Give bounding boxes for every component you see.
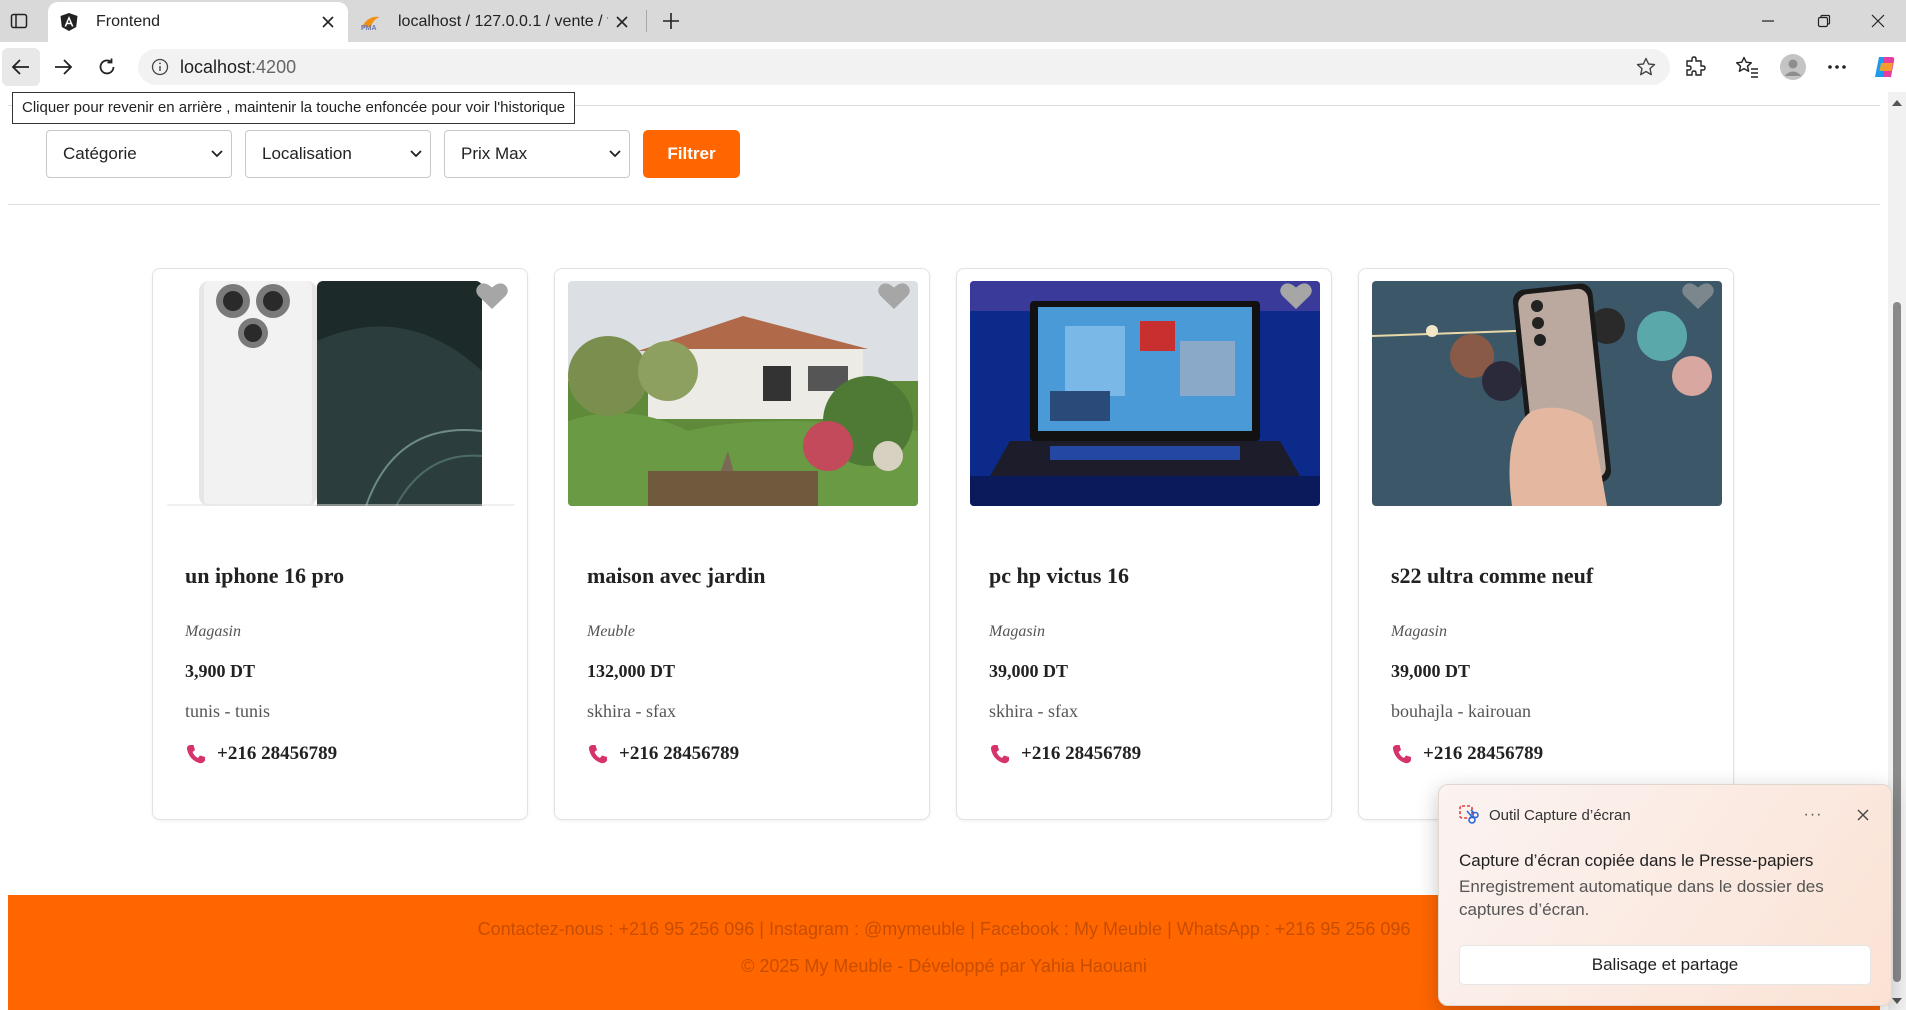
category-select-value: Catégorie (63, 144, 137, 163)
chevron-down-icon (609, 150, 621, 158)
site-info-icon[interactable] (148, 55, 172, 79)
scroll-up-arrow-icon[interactable] (1892, 100, 1902, 106)
listing-phone[interactable]: +216 28456789 (587, 743, 739, 765)
listing-phone-number: +216 28456789 (217, 743, 338, 764)
listing-location: bouhajla - kairouan (1391, 701, 1531, 721)
notification-title: Capture d’écran copiée dans le Presse-pa… (1459, 851, 1814, 870)
listing-phone-number: +216 28456789 (1021, 743, 1142, 764)
notification-header: Outil Capture d’écran (1459, 805, 1631, 825)
filter-button[interactable]: Filtrer (643, 130, 740, 178)
back-arrow-icon[interactable] (2, 48, 40, 86)
listing-title[interactable]: un iphone 16 pro (185, 563, 344, 589)
tab-phpmyadmin[interactable]: PMA localhost / 127.0.0.1 / vente / favo (350, 2, 642, 42)
tab-actions-icon[interactable] (6, 8, 32, 34)
notification-body: Enregistrement automatique dans le dossi… (1459, 877, 1824, 919)
listing-image-laptop[interactable] (970, 281, 1320, 506)
snipping-tool-icon (1459, 805, 1479, 824)
restore-icon[interactable] (1796, 0, 1852, 42)
new-tab-plus-icon[interactable] (656, 6, 686, 36)
listing-location: tunis - tunis (185, 701, 271, 721)
listing-phone-number: +216 28456789 (619, 743, 740, 764)
address-bar[interactable]: localhost:4200 (138, 49, 1670, 85)
browser-toolbar: localhost:4200 (0, 42, 1906, 92)
tab-separator (646, 10, 647, 32)
phone-icon (990, 745, 1009, 764)
listing-price: 39,000 DT (989, 661, 1069, 681)
listing-card[interactable]: pc hp victus 16 Magasin 39,000 DT skhira… (956, 268, 1332, 820)
close-tab-icon[interactable] (314, 8, 342, 36)
location-select[interactable]: Localisation (245, 130, 431, 178)
notification-app-name: Outil Capture d’écran (1489, 806, 1631, 824)
listing-price: 39,000 DT (1391, 661, 1471, 681)
listing-image-iphone[interactable] (166, 281, 516, 506)
listing-card[interactable]: s22 ultra comme neuf Magasin 39,000 DT b… (1358, 268, 1734, 820)
favorite-heart-icon[interactable] (1279, 281, 1313, 311)
angular-icon (58, 11, 80, 33)
listing-title[interactable]: maison avec jardin (587, 563, 765, 589)
listing-phone-number: +216 28456789 (1423, 743, 1544, 764)
listing-card[interactable]: un iphone 16 pro Magasin 3,900 DT tunis … (152, 268, 528, 820)
listing-category: Magasin (1391, 623, 1447, 640)
max-price-select-value: Prix Max (461, 144, 528, 163)
listing-title[interactable]: s22 ultra comme neuf (1391, 563, 1593, 589)
url-port: :4200 (251, 56, 297, 77)
listing-image-house[interactable] (568, 281, 918, 506)
more-options-icon[interactable] (1822, 52, 1852, 82)
tab-title: localhost / 127.0.0.1 / vente / favo (398, 13, 608, 30)
tab-title: Frontend (96, 13, 161, 30)
snipping-tool-notification[interactable]: Outil Capture d’écran ··· Capture d’écra… (1438, 784, 1892, 1006)
extensions-icon[interactable] (1680, 52, 1710, 82)
listing-phone[interactable]: +216 28456789 (989, 743, 1141, 765)
profile-avatar-icon[interactable] (1778, 52, 1808, 82)
close-window-icon[interactable] (1850, 0, 1906, 42)
minimize-icon[interactable] (1740, 0, 1796, 42)
favorite-heart-icon[interactable] (475, 281, 509, 311)
url-text[interactable]: localhost:4200 (180, 57, 296, 78)
listing-grid: un iphone 16 pro Magasin 3,900 DT tunis … (152, 268, 1734, 820)
svg-text:PMA: PMA (361, 25, 377, 31)
listing-phone[interactable]: +216 28456789 (185, 743, 337, 765)
phone-icon (1392, 745, 1411, 764)
max-price-select[interactable]: Prix Max (444, 130, 630, 178)
favorite-heart-icon[interactable] (1681, 281, 1715, 311)
tab-frontend[interactable]: Frontend (48, 2, 348, 42)
listing-category: Magasin (989, 623, 1045, 640)
notification-close-icon[interactable] (1849, 801, 1877, 829)
filter-bar: Catégorie Localisation Prix Max Filtrer (46, 130, 740, 178)
copilot-icon[interactable] (1870, 52, 1900, 82)
listing-category: Magasin (185, 623, 241, 640)
listing-title[interactable]: pc hp victus 16 (989, 563, 1129, 589)
listing-card[interactable]: maison avec jardin Meuble 132,000 DT skh… (554, 268, 930, 820)
chevron-down-icon (410, 150, 422, 158)
category-select[interactable]: Catégorie (46, 130, 232, 178)
notification-more-button[interactable]: ··· (1799, 801, 1827, 829)
listing-location: skhira - sfax (587, 701, 676, 721)
favorites-icon[interactable] (1732, 52, 1762, 82)
listing-location: skhira - sfax (989, 701, 1078, 721)
back-button-tooltip: Cliquer pour revenir en arrière , mainte… (12, 92, 576, 124)
scrollbar-thumb[interactable] (1893, 302, 1901, 982)
browser-tab-bar: Frontend PMA localhost / 127.0.0.1 / ven… (0, 0, 1906, 42)
reload-icon[interactable] (88, 48, 126, 86)
scroll-down-arrow-icon[interactable] (1892, 998, 1902, 1004)
listing-price: 3,900 DT (185, 661, 256, 681)
markup-and-share-button[interactable]: Balisage et partage (1459, 945, 1871, 985)
close-tab-icon[interactable] (608, 8, 636, 36)
forward-arrow-icon[interactable] (44, 48, 82, 86)
listing-price: 132,000 DT (587, 661, 676, 681)
url-host: localhost (180, 56, 252, 77)
location-select-value: Localisation (262, 144, 352, 163)
phone-icon (588, 745, 607, 764)
chevron-down-icon (211, 150, 223, 158)
divider (8, 204, 1880, 205)
listing-phone[interactable]: +216 28456789 (1391, 743, 1543, 765)
listing-category: Meuble (587, 623, 635, 640)
phone-icon (186, 745, 205, 764)
favorite-heart-icon[interactable] (877, 281, 911, 311)
phpmyadmin-icon: PMA (360, 11, 382, 33)
favorite-star-icon[interactable] (1634, 55, 1658, 79)
listing-image-phone[interactable] (1372, 281, 1722, 506)
